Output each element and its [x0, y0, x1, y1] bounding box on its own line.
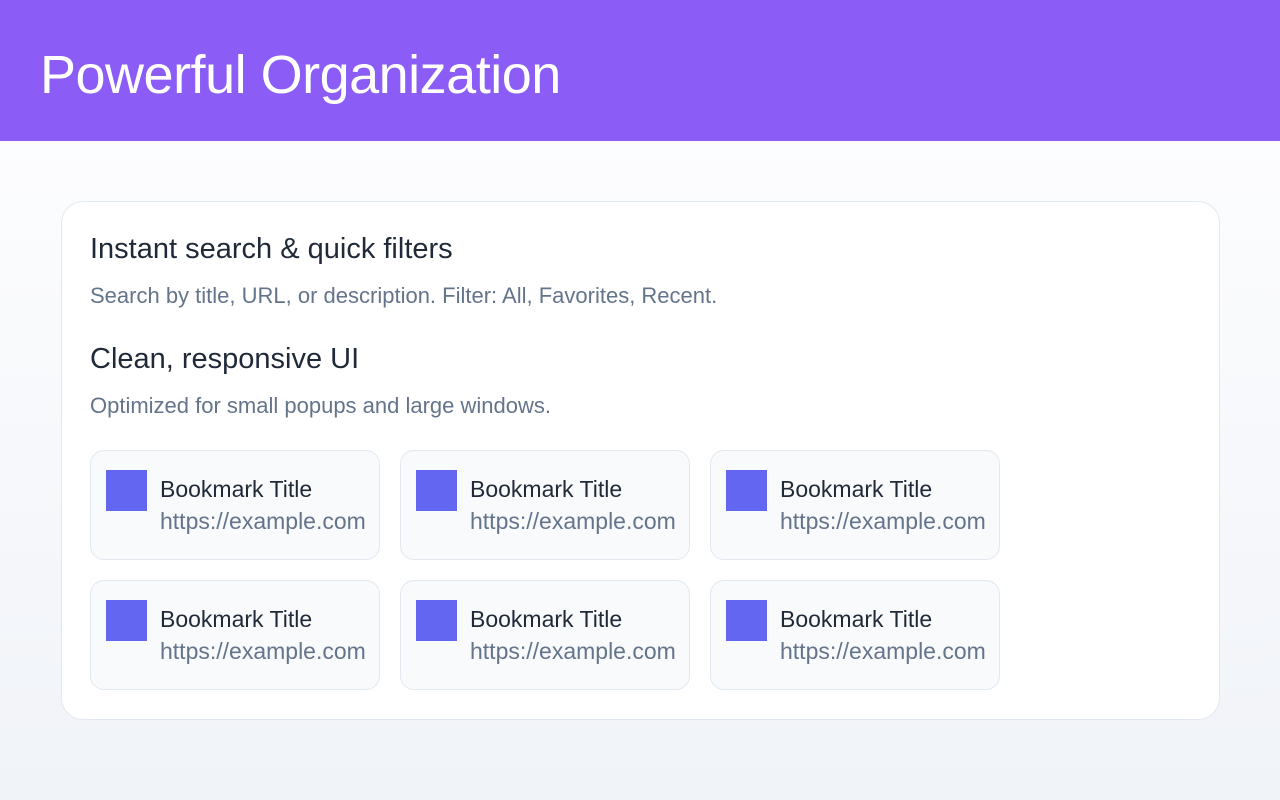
bookmark-title: Bookmark Title	[780, 476, 933, 502]
page-title: Powerful Organization	[40, 45, 561, 105]
feature-description-ui: Optimized for small popups and large win…	[90, 393, 552, 418]
bookmark-favicon	[416, 470, 457, 511]
bookmark-url: https://example.com	[780, 508, 986, 534]
bookmark-title: Bookmark Title	[160, 476, 313, 502]
bookmark-title: Bookmark Title	[470, 606, 623, 632]
bookmark-grid: Bookmark Title https://example.com Bookm…	[90, 450, 1002, 692]
bookmark-card[interactable]: Bookmark Title https://example.com	[710, 580, 1000, 690]
bookmark-favicon	[106, 600, 147, 641]
bookmark-title: Bookmark Title	[160, 606, 313, 632]
bookmark-url: https://example.com	[780, 638, 986, 664]
features-card: Instant search & quick filters Search by…	[61, 201, 1220, 720]
bookmark-favicon	[726, 470, 767, 511]
feature-description-search: Search by title, URL, or description. Fi…	[90, 283, 718, 308]
bookmark-url: https://example.com	[470, 638, 676, 664]
bookmark-title: Bookmark Title	[780, 606, 933, 632]
bookmark-url: https://example.com	[470, 508, 676, 534]
bookmark-card[interactable]: Bookmark Title https://example.com	[400, 450, 690, 560]
bookmark-favicon	[416, 600, 457, 641]
page-header: Powerful Organization	[0, 0, 1280, 141]
bookmark-card[interactable]: Bookmark Title https://example.com	[400, 580, 690, 690]
bookmark-card[interactable]: Bookmark Title https://example.com	[90, 450, 380, 560]
bookmark-card[interactable]: Bookmark Title https://example.com	[90, 580, 380, 690]
feature-title-search: Instant search & quick filters	[90, 233, 453, 265]
bookmark-favicon	[106, 470, 147, 511]
bookmark-card[interactable]: Bookmark Title https://example.com	[710, 450, 1000, 560]
bookmark-url: https://example.com	[160, 508, 366, 534]
bookmark-favicon	[726, 600, 767, 641]
feature-title-ui: Clean, responsive UI	[90, 343, 360, 375]
bookmark-url: https://example.com	[160, 638, 366, 664]
bookmark-title: Bookmark Title	[470, 476, 623, 502]
